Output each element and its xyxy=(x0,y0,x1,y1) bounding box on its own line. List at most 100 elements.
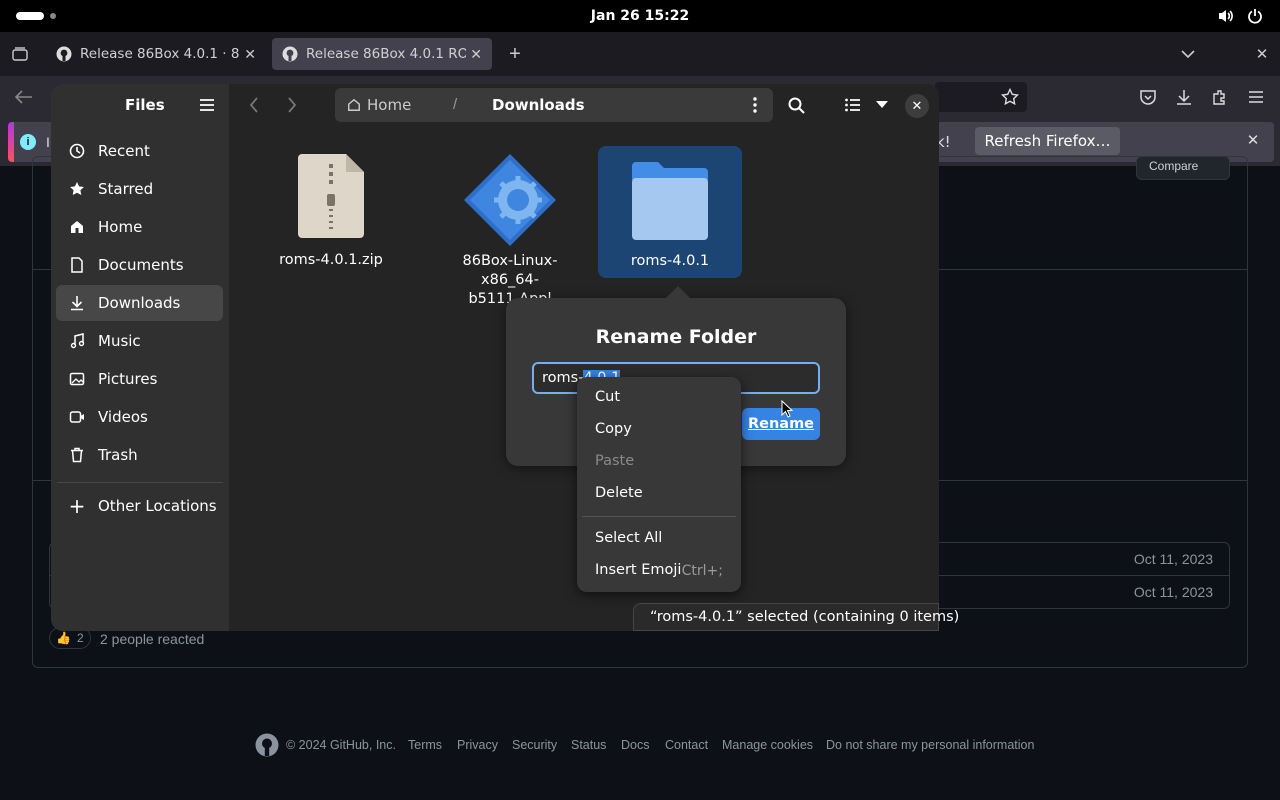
github-icon xyxy=(282,46,298,62)
menu-item-delete[interactable]: Delete xyxy=(595,485,643,501)
menu-item-copy[interactable]: Copy xyxy=(595,421,632,437)
browser-tab[interactable]: Release 86Box 4.0.1 · 86Box ✕ xyxy=(46,38,266,70)
menu-icon[interactable] xyxy=(1246,87,1266,107)
downloads-icon[interactable] xyxy=(1174,87,1194,107)
browser-tab-bar: Release 86Box 4.0.1 · 86Box ✕ Release 86… xyxy=(0,32,1280,76)
sidebar-item-label: Other Locations xyxy=(98,497,217,515)
reacted-text: 2 people reacted xyxy=(100,631,205,647)
files-sidebar: Files Recent Starred Home Documents Down… xyxy=(51,84,229,631)
github-icon xyxy=(56,46,72,62)
sidebar-item-label: Videos xyxy=(98,408,148,426)
menu-accelerator: Ctrl+; xyxy=(681,563,723,579)
tab-title: Release 86Box 4.0.1 · 86Box xyxy=(80,46,240,62)
path-current[interactable]: Downloads xyxy=(492,96,585,114)
file-name: roms-4.0.1.zip xyxy=(279,252,383,268)
power-icon[interactable] xyxy=(1246,8,1264,24)
document-icon xyxy=(66,257,88,273)
search-icon[interactable] xyxy=(785,94,807,116)
footer-copyright: © 2024 GitHub, Inc. xyxy=(286,738,396,752)
sidebar-item-home[interactable]: Home xyxy=(56,209,223,245)
notification-accent xyxy=(8,122,14,162)
entry-context-menu: Cut Copy Paste Delete Select All Insert … xyxy=(577,377,741,592)
close-window-button[interactable]: ✕ xyxy=(905,94,929,118)
files-title: Files xyxy=(125,96,165,114)
forward-icon[interactable] xyxy=(281,94,303,116)
path-home-button[interactable]: Home xyxy=(347,96,411,114)
footer-link-terms[interactable]: Terms xyxy=(408,738,442,752)
pocket-icon[interactable] xyxy=(1138,87,1158,107)
thumbs-up-icon: 👍 xyxy=(56,631,71,645)
popover-arrow xyxy=(666,286,690,298)
sidebar-item-label: Home xyxy=(98,218,143,236)
refresh-firefox-button[interactable]: Refresh Firefox… xyxy=(975,127,1120,155)
appimage-icon xyxy=(464,154,556,246)
sidebar-item-music[interactable]: Music xyxy=(56,323,223,359)
menu-item-insert-emoji[interactable]: Insert Emoji xyxy=(595,562,681,578)
sidebar-item-label: Recent xyxy=(98,142,150,160)
path-menu-icon[interactable] xyxy=(745,96,765,114)
star-icon xyxy=(66,181,88,197)
path-separator: / xyxy=(453,96,458,113)
sidebar-item-pictures[interactable]: Pictures xyxy=(56,361,223,397)
close-notification-icon[interactable]: ✕ xyxy=(1244,131,1262,149)
sidebar-item-videos[interactable]: Videos xyxy=(56,399,223,435)
tab-overview-icon[interactable] xyxy=(10,46,30,62)
asset-date: Oct 11, 2023 xyxy=(1133,551,1213,567)
close-window-icon[interactable]: ✕ xyxy=(1252,44,1272,64)
asset-date: Oct 11, 2023 xyxy=(1133,584,1213,600)
back-icon[interactable] xyxy=(243,94,265,116)
reaction-count: 2 xyxy=(76,631,84,645)
sidebar-item-documents[interactable]: Documents xyxy=(56,247,223,283)
hamburger-menu-icon[interactable] xyxy=(197,96,217,114)
clock[interactable]: Jan 26 15:22 xyxy=(0,8,1280,24)
zip-archive-icon xyxy=(298,154,364,238)
mouse-cursor-icon xyxy=(781,400,793,418)
github-logo-icon[interactable] xyxy=(255,733,279,757)
sidebar-item-label: Trash xyxy=(98,446,138,464)
file-item-zip[interactable]: roms-4.0.1.zip xyxy=(275,154,387,270)
home-icon xyxy=(347,98,361,112)
list-tabs-icon[interactable] xyxy=(1178,44,1198,64)
clock-icon xyxy=(66,143,88,159)
system-top-bar: Jan 26 15:22 xyxy=(0,0,1280,32)
file-item-folder-selected[interactable]: roms-4.0.1 xyxy=(598,146,742,278)
file-name: roms-4.0.1 xyxy=(630,253,710,269)
footer-link-privacy[interactable]: Privacy xyxy=(457,738,498,752)
sidebar-item-label: Music xyxy=(98,332,141,350)
sidebar-item-downloads[interactable]: Downloads xyxy=(56,285,223,321)
footer-link-docs[interactable]: Docs xyxy=(621,738,649,752)
sidebar-item-trash[interactable]: Trash xyxy=(56,437,223,473)
footer-link-contact[interactable]: Contact xyxy=(665,738,708,752)
view-options-dropdown-icon[interactable] xyxy=(871,94,893,116)
close-tab-icon[interactable]: ✕ xyxy=(244,46,256,63)
bookmark-star-icon[interactable] xyxy=(1000,87,1020,107)
footer-link-do-not-share[interactable]: Do not share my personal information xyxy=(826,738,1034,752)
new-tab-icon[interactable]: + xyxy=(505,43,525,65)
path-home-label: Home xyxy=(367,96,412,114)
volume-icon[interactable] xyxy=(1216,8,1236,24)
close-icon: ✕ xyxy=(911,98,923,113)
browser-tab-active[interactable]: Release 86Box 4.0.1 ROMs ✕ xyxy=(272,38,492,70)
footer-link-manage-cookies[interactable]: Manage cookies xyxy=(722,738,813,752)
sidebar-item-label: Starred xyxy=(98,180,154,198)
download-icon xyxy=(66,295,88,311)
menu-item-cut[interactable]: Cut xyxy=(595,389,620,405)
sidebar-item-starred[interactable]: Starred xyxy=(56,171,223,207)
sidebar-item-other-locations[interactable]: + Other Locations xyxy=(56,488,223,524)
menu-item-select-all[interactable]: Select All xyxy=(595,530,662,546)
file-item-appimage[interactable]: 86Box-Linux- x86_64- b5111.Appl xyxy=(439,154,581,309)
notification-text: I xyxy=(46,134,50,150)
close-tab-icon[interactable]: ✕ xyxy=(470,46,482,63)
compare-button[interactable]: Compare xyxy=(1136,156,1230,180)
sidebar-item-recent[interactable]: Recent xyxy=(56,133,223,169)
plus-icon: + xyxy=(68,494,86,518)
selection-status: “roms-4.0.1” selected (containing 0 item… xyxy=(633,603,959,631)
footer-link-security[interactable]: Security xyxy=(512,738,557,752)
footer-link-status[interactable]: Status xyxy=(571,738,606,752)
list-view-icon[interactable] xyxy=(842,94,864,116)
back-icon[interactable] xyxy=(12,86,36,108)
picture-icon xyxy=(66,371,88,387)
extensions-icon[interactable] xyxy=(1210,87,1230,107)
sidebar-item-label: Documents xyxy=(98,256,184,274)
home-icon xyxy=(66,219,88,235)
